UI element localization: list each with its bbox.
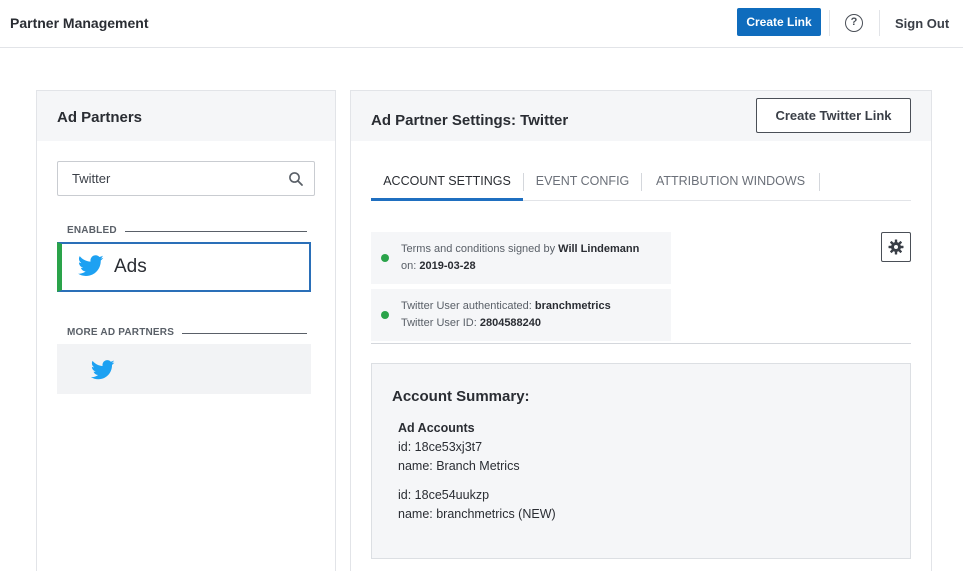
partner-settings-title: Ad Partner Settings: Twitter — [371, 112, 569, 129]
section-divider — [125, 231, 307, 232]
ad-partners-header: Ad Partners — [37, 91, 335, 141]
tab-attribution-windows[interactable]: ATTRIBUTION WINDOWS — [642, 163, 819, 201]
auth-line-2: Twitter User ID: 2804588240 — [401, 317, 542, 329]
settings-tabs: ACCOUNT SETTINGS EVENT CONFIG ATTRIBUTIO… — [371, 163, 911, 201]
more-partner-twitter[interactable] — [57, 344, 311, 394]
terms-line-2: on: 2019-03-28 — [401, 260, 476, 272]
enabled-partner-twitter-ads[interactable]: Ads — [57, 242, 311, 292]
auth-status: Twitter User authenticated: branchmetric… — [371, 289, 671, 341]
terms-date: 2019-03-28 — [419, 260, 476, 272]
sign-out-link[interactable]: Sign Out — [895, 16, 949, 31]
create-link-button[interactable]: Create Link — [737, 8, 821, 36]
section-divider — [182, 333, 307, 334]
ad-partners-panel: Ad Partners ENABLED Ads MORE AD PARTNERS — [36, 90, 336, 571]
ad-account-id: id: 18ce54uukzp — [398, 488, 490, 502]
terms-status: Terms and conditions signed by Will Lind… — [371, 232, 671, 284]
auth-user: branchmetrics — [534, 300, 611, 312]
more-partners-section-label: MORE AD PARTNERS — [67, 327, 175, 338]
enabled-partner-name: Ads — [114, 256, 147, 277]
terms-signer: Will Lindemann — [558, 243, 640, 255]
create-twitter-link-button[interactable]: Create Twitter Link — [756, 98, 911, 133]
top-bar: Partner Management Create Link ? Sign Ou… — [0, 0, 963, 48]
gear-icon — [888, 239, 904, 255]
settings-gear-button[interactable] — [881, 232, 911, 262]
terms-line-1: Terms and conditions signed by Will Lind… — [401, 243, 640, 255]
auth-user-id: 2804588240 — [479, 317, 542, 329]
partner-search-input[interactable] — [58, 162, 278, 195]
ad-partners-title: Ad Partners — [57, 109, 143, 126]
app-title: Partner Management — [10, 15, 149, 31]
status-dot — [381, 254, 389, 262]
topbar-divider — [879, 10, 880, 36]
topbar-divider — [829, 10, 830, 36]
twitter-bird-icon — [91, 360, 115, 380]
ad-account-id: id: 18ce53xj3t7 — [398, 440, 483, 454]
help-icon[interactable]: ? — [845, 14, 863, 32]
ad-account-name: name: Branch Metrics — [398, 459, 520, 473]
status-dot — [381, 311, 389, 319]
partner-settings-panel: Ad Partner Settings: Twitter Create Twit… — [350, 90, 932, 571]
ad-accounts-heading: Ad Accounts — [398, 421, 475, 435]
twitter-bird-icon — [78, 255, 104, 276]
tab-separator — [819, 173, 820, 191]
ad-account-name: name: branchmetrics (NEW) — [398, 507, 556, 521]
auth-line-1: Twitter User authenticated: branchmetric… — [401, 300, 611, 312]
tab-event-config[interactable]: EVENT CONFIG — [524, 163, 641, 201]
partner-settings-header: Ad Partner Settings: Twitter Create Twit… — [351, 91, 931, 141]
section-divider — [371, 343, 911, 344]
account-summary-title: Account Summary: — [392, 388, 530, 405]
enabled-section-label: ENABLED — [67, 225, 117, 236]
account-summary: Account Summary: Ad Accounts id: 18ce53x… — [371, 363, 911, 559]
tab-account-settings[interactable]: ACCOUNT SETTINGS — [371, 163, 523, 201]
partner-search-box[interactable] — [57, 161, 315, 196]
search-icon[interactable] — [288, 171, 304, 187]
